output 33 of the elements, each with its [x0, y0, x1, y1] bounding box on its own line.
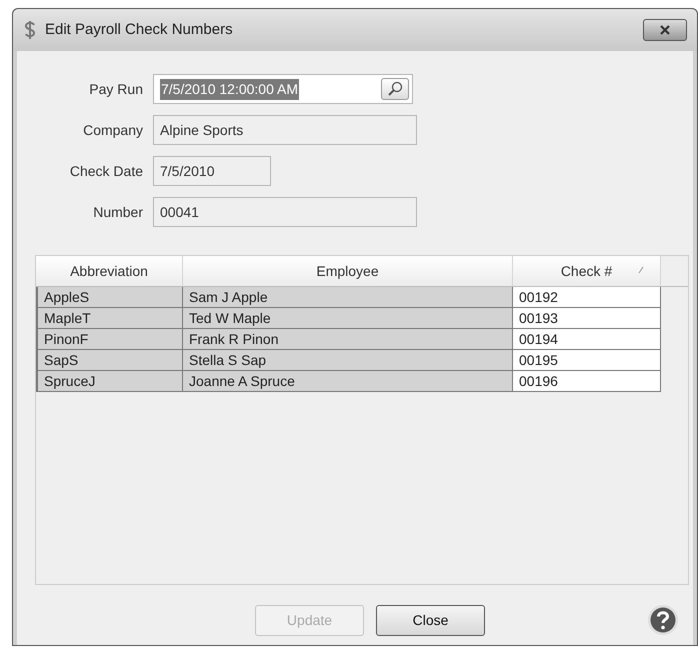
- dialog-button[interactable]: Close: [376, 604, 485, 636]
- field-label: Pay Run: [88, 80, 143, 99]
- table-cell: Ted W Maple: [183, 308, 513, 329]
- table-cell: Sam J Apple: [183, 287, 513, 308]
- field-label: Check Date: [68, 162, 143, 180]
- table-cell: Joanne A Spruce: [183, 371, 513, 392]
- column-header[interactable]: Employee: [183, 256, 513, 286]
- text-field[interactable]: 00041: [153, 197, 417, 227]
- dollar-icon: [23, 19, 37, 41]
- table-cell[interactable]: 00192: [513, 287, 661, 308]
- close-icon[interactable]: [643, 19, 687, 41]
- table-cell[interactable]: 00195: [513, 350, 661, 371]
- table-cell[interactable]: 00194: [513, 329, 661, 350]
- text-field[interactable]: Alpine Sports: [153, 115, 417, 145]
- help-icon[interactable]: [647, 604, 679, 636]
- search-icon[interactable]: [381, 78, 409, 100]
- table-cell[interactable]: 00196: [513, 371, 661, 392]
- column-header[interactable]: Abbreviation: [36, 256, 183, 286]
- window-title: Edit Payroll Check Numbers: [45, 20, 233, 40]
- table-cell: Stella S Sap: [183, 350, 513, 371]
- table-cell: SapS: [36, 350, 183, 371]
- table-cell[interactable]: 00193: [513, 308, 661, 329]
- table-cell: PinonF: [36, 329, 183, 350]
- text-field[interactable]: 7/5/2010: [153, 156, 271, 186]
- table-cell: Frank R Pinon: [183, 329, 513, 350]
- table-cell: AppleS: [36, 287, 183, 308]
- column-header[interactable]: Check #: [513, 256, 661, 286]
- text-field[interactable]: 7/5/2010 12:00:00 AM: [153, 74, 413, 104]
- field-label: Number: [92, 202, 143, 222]
- table-cell: MapleT: [36, 308, 183, 329]
- table-cell: SpruceJ: [36, 371, 183, 392]
- field-label: Company: [82, 120, 143, 140]
- sort-icon: [638, 266, 644, 274]
